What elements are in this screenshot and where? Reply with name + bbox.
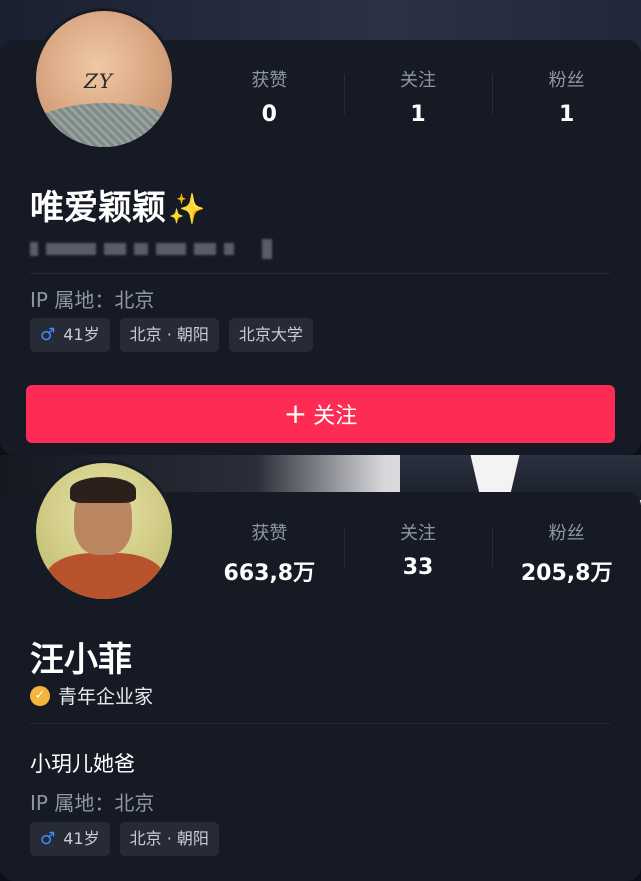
avatar-hair (70, 477, 136, 503)
stats-row-1: 获赞 0 关注 1 粉丝 1 (195, 66, 641, 127)
stat-following[interactable]: 关注 1 (343, 66, 493, 127)
stat-likes-value: 0 (261, 102, 277, 127)
tag-age: ♂ 41岁 (30, 318, 110, 352)
tags-row-2: ♂ 41岁 北京 · 朝阳 (30, 822, 219, 856)
stat-following-value: 33 (402, 555, 434, 580)
male-symbol-icon: ♂ (40, 829, 56, 849)
stat-followers-value: 205,8万 (520, 561, 613, 586)
avatar-cloth (36, 103, 172, 147)
stat-following-label: 关注 (400, 70, 436, 91)
verified-check-icon: ✓ (30, 685, 50, 706)
stat-followers-label: 粉丝 (548, 523, 585, 544)
tag-location: 北京 · 朝阳 (119, 822, 219, 856)
profile-name-2: 汪小菲 (30, 640, 132, 680)
male-symbol-icon: ♂ (40, 325, 56, 345)
stat-likes[interactable]: 获赞 663,8万 (195, 519, 344, 587)
stat-followers[interactable]: 粉丝 205,8万 (492, 519, 641, 587)
tag-age: ♂ 41岁 (30, 822, 110, 856)
follow-button[interactable]: + 关注 (26, 385, 615, 443)
avatar-profile-2[interactable] (33, 460, 175, 602)
tag-age-text: 41岁 (63, 829, 100, 848)
follow-button-label: 关注 (313, 404, 358, 429)
ip-location-1: IP 属地：北京 (30, 288, 155, 312)
profile-bio: 小玥儿她爸 (30, 752, 135, 776)
verified-label: 青年企业家 (58, 686, 154, 708)
stat-following-value: 1 (410, 102, 426, 127)
stat-likes-label: 获赞 (251, 70, 288, 91)
profile-name-1-text: 唯爱颖颖 (30, 188, 166, 228)
divider (30, 273, 610, 274)
tag-school: 北京大学 (228, 318, 313, 352)
stat-followers-label: 粉丝 (548, 70, 585, 91)
profile-name-1: 唯爱颖颖✨ (30, 180, 205, 229)
ip-location-2: IP 属地：北京 (30, 791, 155, 815)
stat-likes-value: 663,8万 (223, 561, 316, 586)
stats-row-2: 获赞 663,8万 关注 33 粉丝 205,8万 (195, 519, 641, 587)
sparkles-icon: ✨ (168, 192, 206, 227)
avatar-shirt (46, 553, 164, 599)
plus-icon: + (283, 397, 308, 430)
avatar-profile-1[interactable]: ZY (33, 8, 175, 150)
tags-row-1: ♂ 41岁 北京 · 朝阳 北京大学 (30, 318, 313, 352)
stat-followers[interactable]: 粉丝 1 (492, 66, 641, 127)
tag-location: 北京 · 朝阳 (119, 318, 219, 352)
divider (30, 723, 610, 724)
stat-likes-label: 获赞 (251, 523, 288, 544)
tag-age-text: 41岁 (63, 325, 100, 344)
verified-badge: ✓ 青年企业家 (30, 682, 153, 709)
blurred-account-id (30, 236, 280, 262)
avatar-tattoo-text: ZY (84, 69, 114, 93)
stat-following[interactable]: 关注 33 (343, 519, 493, 587)
stat-following-label: 关注 (400, 523, 436, 544)
stat-followers-value: 1 (559, 102, 575, 127)
stat-likes[interactable]: 获赞 0 (195, 66, 344, 127)
